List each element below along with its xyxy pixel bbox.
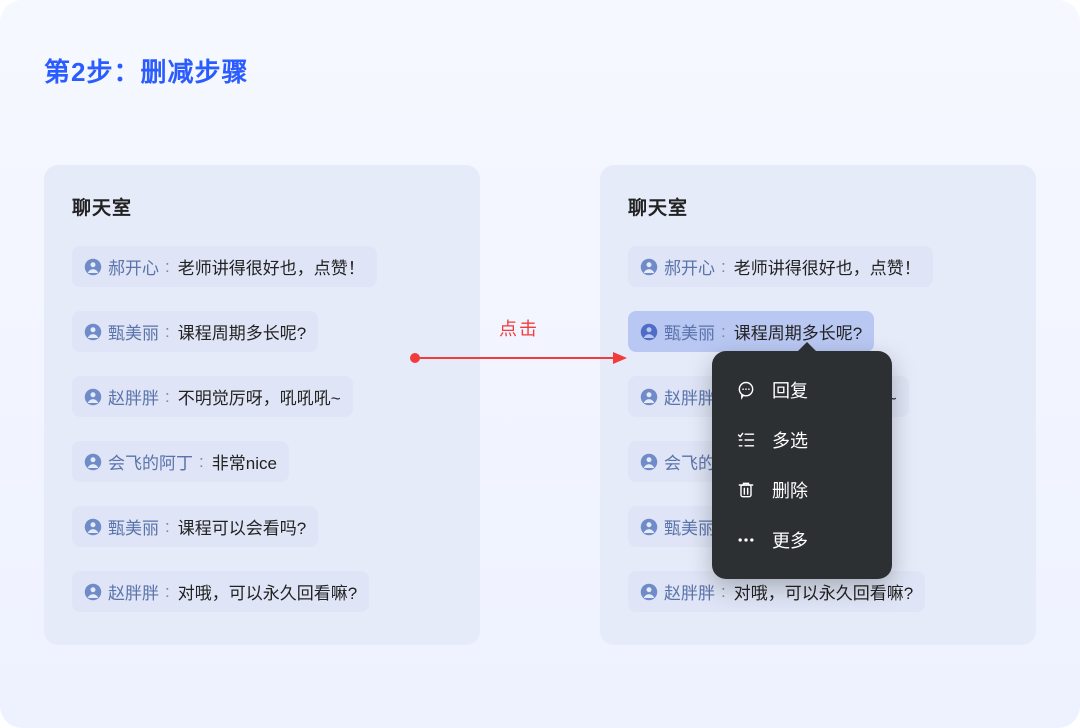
message-text: 老师讲得很好也，点赞！	[178, 254, 365, 279]
panel-title: 聊天室	[628, 193, 1008, 220]
avatar-icon	[640, 323, 658, 341]
chat-message[interactable]: 赵胖胖: 不明觉厉呀，吼吼吼~	[72, 376, 353, 417]
menu-item-delete[interactable]: 删除	[712, 465, 892, 515]
avatar-icon	[84, 388, 102, 406]
avatar-icon	[84, 258, 102, 276]
chat-panel-after: 聊天室 郝开心: 老师讲得很好也，点赞！ 甄美丽: 课程周期多长呢? 赵胖胖: …	[600, 165, 1036, 645]
chat-message-selected[interactable]: 甄美丽: 课程周期多长呢?	[628, 311, 874, 352]
chat-message[interactable]: 郝开心: 老师讲得很好也，点赞！	[72, 246, 377, 287]
sender-name: 郝开心	[108, 254, 159, 279]
chat-message[interactable]: 甄美丽: 课程周期多长呢?	[72, 311, 318, 352]
avatar-icon	[84, 323, 102, 341]
message-text: 课程周期多长呢?	[178, 319, 306, 344]
message-text: 不明觉厉呀，吼吼吼~	[178, 384, 341, 409]
message-text: 老师讲得很好也，点赞！	[734, 254, 921, 279]
sender-name: 赵胖胖	[664, 384, 715, 409]
chat-message[interactable]: 甄美丽: 课程可以会看吗?	[72, 506, 318, 547]
chat-message[interactable]: 会飞的阿丁: 非常nice	[72, 441, 289, 482]
avatar-icon	[84, 583, 102, 601]
sender-name: 甄美丽	[108, 319, 159, 344]
sender-name: 郝开心	[664, 254, 715, 279]
menu-item-reply[interactable]: 回复	[712, 365, 892, 415]
sender-name: 甄美丽	[108, 514, 159, 539]
menu-item-label: 删除	[772, 477, 808, 503]
step-title: 第2步：删减步骤	[44, 52, 1036, 89]
menu-item-label: 更多	[772, 527, 808, 553]
avatar-icon	[640, 453, 658, 471]
sender-name: 赵胖胖	[108, 384, 159, 409]
avatar-icon	[640, 388, 658, 406]
delete-icon	[736, 480, 756, 500]
chat-message[interactable]: 郝开心: 老师讲得很好也，点赞！	[628, 246, 933, 287]
message-list: 郝开心: 老师讲得很好也，点赞！ 甄美丽: 课程周期多长呢? 赵胖胖: 不明觉厉…	[72, 246, 452, 612]
avatar-icon	[84, 518, 102, 536]
sender-name: 甄美丽	[664, 319, 715, 344]
avatar-icon	[84, 453, 102, 471]
message-text: 对哦，可以永久回看嘛?	[734, 579, 913, 604]
menu-item-label: 回复	[772, 377, 808, 403]
menu-item-more[interactable]: 更多	[712, 515, 892, 565]
multi-icon	[736, 430, 756, 450]
chat-message[interactable]: 赵胖胖: 对哦，可以永久回看嘛?	[72, 571, 369, 612]
panels-row: 聊天室 郝开心: 老师讲得很好也，点赞！ 甄美丽: 课程周期多长呢? 赵胖胖: …	[44, 165, 1036, 645]
message-text: 课程周期多长呢?	[734, 319, 862, 344]
context-menu: 回复 多选 删除 更多	[712, 351, 892, 579]
message-text: 课程可以会看吗?	[178, 514, 306, 539]
sender-name: 赵胖胖	[108, 579, 159, 604]
avatar-icon	[640, 583, 658, 601]
panel-title: 聊天室	[72, 193, 452, 220]
message-text: 对哦，可以永久回看嘛?	[178, 579, 357, 604]
sender-name: 赵胖胖	[664, 579, 715, 604]
message-text: 非常nice	[212, 449, 277, 474]
menu-item-label: 多选	[772, 427, 808, 453]
menu-item-multiselect[interactable]: 多选	[712, 415, 892, 465]
diagram-canvas: 第2步：删减步骤 聊天室 郝开心: 老师讲得很好也，点赞！ 甄美丽: 课程周期多…	[0, 0, 1080, 728]
more-icon	[736, 530, 756, 550]
sender-name: 会飞的阿丁	[108, 449, 193, 474]
chat-panel-before: 聊天室 郝开心: 老师讲得很好也，点赞！ 甄美丽: 课程周期多长呢? 赵胖胖: …	[44, 165, 480, 645]
avatar-icon	[640, 258, 658, 276]
reply-icon	[736, 380, 756, 400]
avatar-icon	[640, 518, 658, 536]
sender-name: 甄美丽	[664, 514, 715, 539]
